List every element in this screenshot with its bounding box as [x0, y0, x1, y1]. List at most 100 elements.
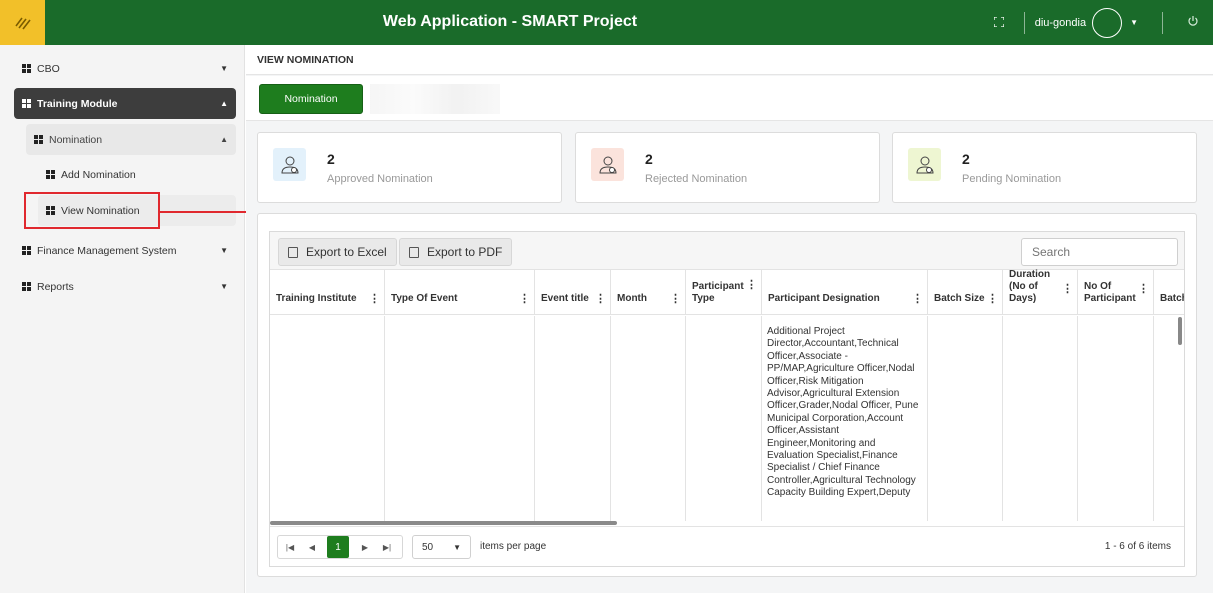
power-icon[interactable]	[1173, 15, 1213, 30]
first-page-icon[interactable]: |◀	[279, 536, 301, 558]
fullscreen-icon[interactable]	[984, 15, 1014, 30]
pager-buttons: |◀ ◀ 1 ▶ ▶|	[277, 535, 403, 559]
grid-icon	[46, 170, 56, 179]
scrollbar-thumb[interactable]	[270, 521, 617, 525]
annotation-arrow	[160, 211, 252, 213]
export-pdf-label: Export to PDF	[427, 245, 503, 259]
pending-card: 2 Pending Nomination	[892, 132, 1197, 203]
page-size-select[interactable]: 50 ▼	[412, 535, 471, 559]
prev-page-icon[interactable]: ◀	[301, 536, 323, 558]
column-header[interactable]: Participant Type ⋮	[686, 270, 762, 315]
column-menu-icon[interactable]: ⋮	[987, 293, 998, 305]
column-label: No Of Participant	[1084, 281, 1136, 304]
sidebar-item-reports[interactable]: Reports ▼	[14, 271, 236, 302]
grid-cell	[611, 316, 686, 521]
search-input[interactable]	[1021, 238, 1178, 266]
grid-cell	[1078, 316, 1154, 521]
grid-cell	[928, 316, 1003, 521]
approved-count: 2	[327, 151, 335, 167]
grid-icon	[22, 99, 32, 108]
grid-cell	[385, 316, 535, 521]
column-menu-icon[interactable]: ⋮	[595, 293, 606, 305]
export-pdf-button[interactable]: Export to PDF	[399, 238, 513, 266]
user-check-icon	[591, 148, 624, 181]
column-label: Participant Type	[692, 281, 744, 304]
rejected-count: 2	[645, 151, 653, 167]
button-bar: Nomination	[246, 76, 1213, 121]
column-header[interactable]: Participant Designation ⋮	[762, 270, 928, 315]
sidebar-item-training-module[interactable]: Training Module ▲	[14, 88, 236, 119]
column-label: Batch Size	[934, 293, 985, 304]
page-number-button[interactable]: 1	[327, 536, 349, 558]
column-menu-icon[interactable]: ⋮	[369, 293, 380, 305]
column-label: Batch	[1160, 293, 1184, 304]
nomination-button[interactable]: Nomination	[259, 84, 363, 114]
sidebar-item-label: Reports	[37, 280, 74, 293]
chevron-up-icon: ▲	[220, 135, 228, 144]
column-menu-icon[interactable]: ⋮	[1062, 283, 1073, 295]
sidebar: CBO ▼ Training Module ▲ Nomination ▲ Add…	[0, 45, 245, 593]
items-per-page-label: items per page	[480, 541, 547, 552]
pager-info: 1 - 6 of 6 items	[1104, 541, 1171, 552]
chevron-down-icon: ▼	[453, 542, 461, 552]
chevron-down-icon[interactable]: ▼	[1130, 18, 1138, 27]
sidebar-item-cbo[interactable]: CBO ▼	[14, 53, 236, 84]
divider	[1023, 11, 1025, 34]
grid-cell	[686, 316, 762, 521]
divider	[1162, 11, 1163, 34]
sidebar-item-label: Add Nomination	[61, 168, 136, 181]
column-header[interactable]: Training Institute ⋮	[270, 270, 385, 315]
sidebar-item-label: Nomination	[49, 133, 103, 146]
highlight-box	[24, 192, 160, 229]
approved-label: Approved Nomination	[327, 173, 433, 185]
pager: |◀ ◀ 1 ▶ ▶| 50 ▼ items per page 1 - 6 of…	[270, 526, 1184, 566]
export-excel-button[interactable]: Export to Excel	[278, 238, 397, 266]
column-header[interactable]: Duration (No of Days) ⋮	[1003, 269, 1078, 315]
grid-toolbar: Export to Excel Export to PDF	[270, 232, 1184, 270]
sidebar-item-label: Finance Management System	[37, 244, 177, 257]
rejected-label: Rejected Nomination	[645, 173, 748, 185]
grid-icon	[22, 282, 32, 291]
grid-icon	[34, 135, 44, 144]
column-menu-icon[interactable]: ⋮	[1138, 283, 1149, 295]
column-label: Event title	[541, 293, 589, 304]
sidebar-item-add-nomination[interactable]: Add Nomination	[38, 159, 236, 190]
grid-panel: Export to Excel Export to PDF Training I…	[257, 213, 1197, 577]
user-check-icon	[273, 148, 306, 181]
column-label: Training Institute	[276, 293, 357, 304]
grid-body: Additional Project Director,Accountant,T…	[270, 316, 1184, 521]
breadcrumb: VIEW NOMINATION	[246, 45, 1213, 75]
column-header[interactable]: Event title ⋮	[535, 270, 611, 315]
username[interactable]: diu-gondia	[1035, 17, 1086, 29]
top-bar: Web Application - SMART Project diu-gond…	[0, 0, 1213, 45]
column-header[interactable]: Type Of Event ⋮	[385, 270, 535, 315]
rejected-card: 2 Rejected Nomination	[575, 132, 880, 203]
main-content: VIEW NOMINATION Nomination 2 Approved No…	[246, 45, 1213, 593]
chevron-up-icon: ▲	[220, 99, 228, 108]
next-page-icon[interactable]: ▶	[354, 536, 376, 558]
column-menu-icon[interactable]: ⋮	[670, 293, 681, 305]
sidebar-item-nomination[interactable]: Nomination ▲	[26, 124, 236, 155]
sidebar-item-finance[interactable]: Finance Management System ▼	[14, 235, 236, 266]
column-label: Month	[617, 293, 647, 304]
column-header[interactable]: No Of Participant ⋮	[1078, 270, 1154, 315]
column-label: Participant Designation	[768, 293, 880, 304]
export-excel-label: Export to Excel	[306, 245, 387, 259]
approved-card: 2 Approved Nomination	[257, 132, 562, 203]
column-header[interactable]: Month ⋮	[611, 270, 686, 315]
avatar[interactable]	[1092, 7, 1123, 38]
column-label: Type Of Event	[391, 293, 458, 304]
column-header[interactable]: Batch	[1154, 270, 1184, 315]
vertical-scrollbar[interactable]	[1178, 317, 1182, 345]
pending-count: 2	[962, 151, 970, 167]
column-header[interactable]: Batch Size ⋮	[928, 270, 1003, 315]
grid-icon	[22, 64, 32, 73]
page-size-value: 50	[422, 541, 434, 553]
column-menu-icon[interactable]: ⋮	[912, 293, 923, 305]
column-menu-icon[interactable]: ⋮	[519, 293, 530, 305]
last-page-icon[interactable]: ▶|	[376, 536, 398, 558]
column-menu-icon[interactable]: ⋮	[746, 279, 757, 291]
grid-icon	[22, 246, 32, 255]
grid-cell	[535, 316, 611, 521]
column-label: Duration (No of Days)	[1009, 269, 1051, 304]
